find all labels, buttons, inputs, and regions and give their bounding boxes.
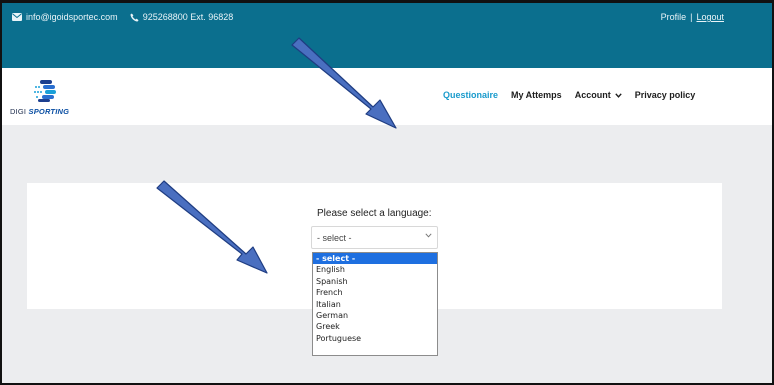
main-menu: Questionaire My Attemps Account Privacy … [443,90,708,100]
contact-info: info@igoidsportec.com 925268800 Ext. 968… [12,12,245,22]
menu-item-account[interactable]: Account [575,90,622,100]
phone-icon [130,12,139,22]
logo-text: DIGI SPORTING [10,107,69,116]
language-dropdown-list: - select - English Spanish French Italia… [312,252,438,356]
profile-link[interactable]: Profile [661,12,687,22]
menu-item-questionaire[interactable]: Questionaire [443,90,498,100]
menu-item-privacy-policy[interactable]: Privacy policy [635,90,696,100]
chevron-down-icon [614,92,622,98]
digi-sporting-logo[interactable]: DIGI SPORTING [10,79,90,119]
logo-brand: SPORTING [28,107,70,116]
language-option[interactable]: Greek [313,321,437,332]
envelope-icon [12,13,22,21]
language-option[interactable]: Spanish [313,276,437,287]
main-navbar: DIGI SPORTING Questionaire My Attemps Ac… [2,68,772,125]
email-text: info@igoidsportec.com [26,12,118,22]
language-option[interactable]: English [313,264,437,275]
language-option[interactable]: Italian [313,299,437,310]
phone-text: 925268800 Ext. 96828 [142,12,234,22]
language-option[interactable]: German [313,310,437,321]
email-contact[interactable]: info@igoidsportec.com [12,12,118,22]
auth-separator: | [690,12,693,22]
language-label: Please select a language: [317,208,432,219]
logo-prefix: DIGI [10,107,27,116]
language-select-value: - select - [317,233,352,243]
language-option[interactable]: - select - [313,253,437,265]
language-option[interactable]: French [313,287,437,298]
browser-frame: info@igoidsportec.com 925268800 Ext. 968… [0,0,774,385]
language-select[interactable]: - select - [311,226,438,249]
chevron-down-icon [425,233,432,238]
language-option[interactable]: Portuguese [313,333,437,344]
menu-item-account-label: Account [574,90,611,100]
logout-link[interactable]: Logout [696,12,724,22]
top-contact-bar: info@igoidsportec.com 925268800 Ext. 968… [2,3,772,68]
menu-item-my-attemps[interactable]: My Attemps [511,90,562,100]
phone-contact[interactable]: 925268800 Ext. 96828 [130,12,234,22]
logo-mark-icon [34,80,56,102]
auth-links: Profile | Logout [661,12,724,22]
